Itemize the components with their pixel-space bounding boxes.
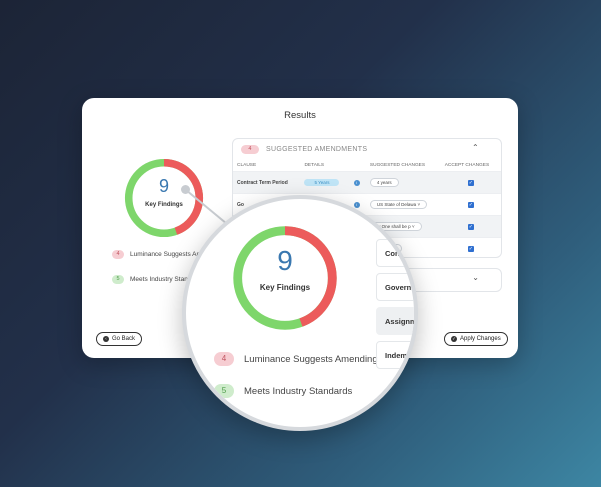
lens-legend-standard: 5 Meets Industry Standards xyxy=(214,384,352,398)
magnifier-lens: 9 Key Findings 4 Luminance Suggests Amen… xyxy=(182,195,418,431)
lens-standard-pill: 5 xyxy=(214,384,234,398)
big-findings-donut xyxy=(233,226,337,330)
lens-clause-row[interactable]: Contr xyxy=(376,239,414,267)
lens-clause-row[interactable]: Governi xyxy=(376,273,414,301)
lens-clause-row[interactable]: Indemn xyxy=(376,341,414,369)
big-findings-label: Key Findings xyxy=(259,283,311,292)
lens-legend-amend: 4 Luminance Suggests Amending xyxy=(214,352,378,366)
lens-clause-row[interactable]: Assignme xyxy=(376,307,414,335)
lens-amend-label: Luminance Suggests Amending xyxy=(244,353,378,365)
lens-amend-pill: 4 xyxy=(214,352,234,366)
big-findings-count: 9 xyxy=(277,245,293,276)
lens-standard-label: Meets Industry Standards xyxy=(244,385,353,397)
lens-clause-list: Contr Governi Assignme Indemn xyxy=(376,239,414,375)
